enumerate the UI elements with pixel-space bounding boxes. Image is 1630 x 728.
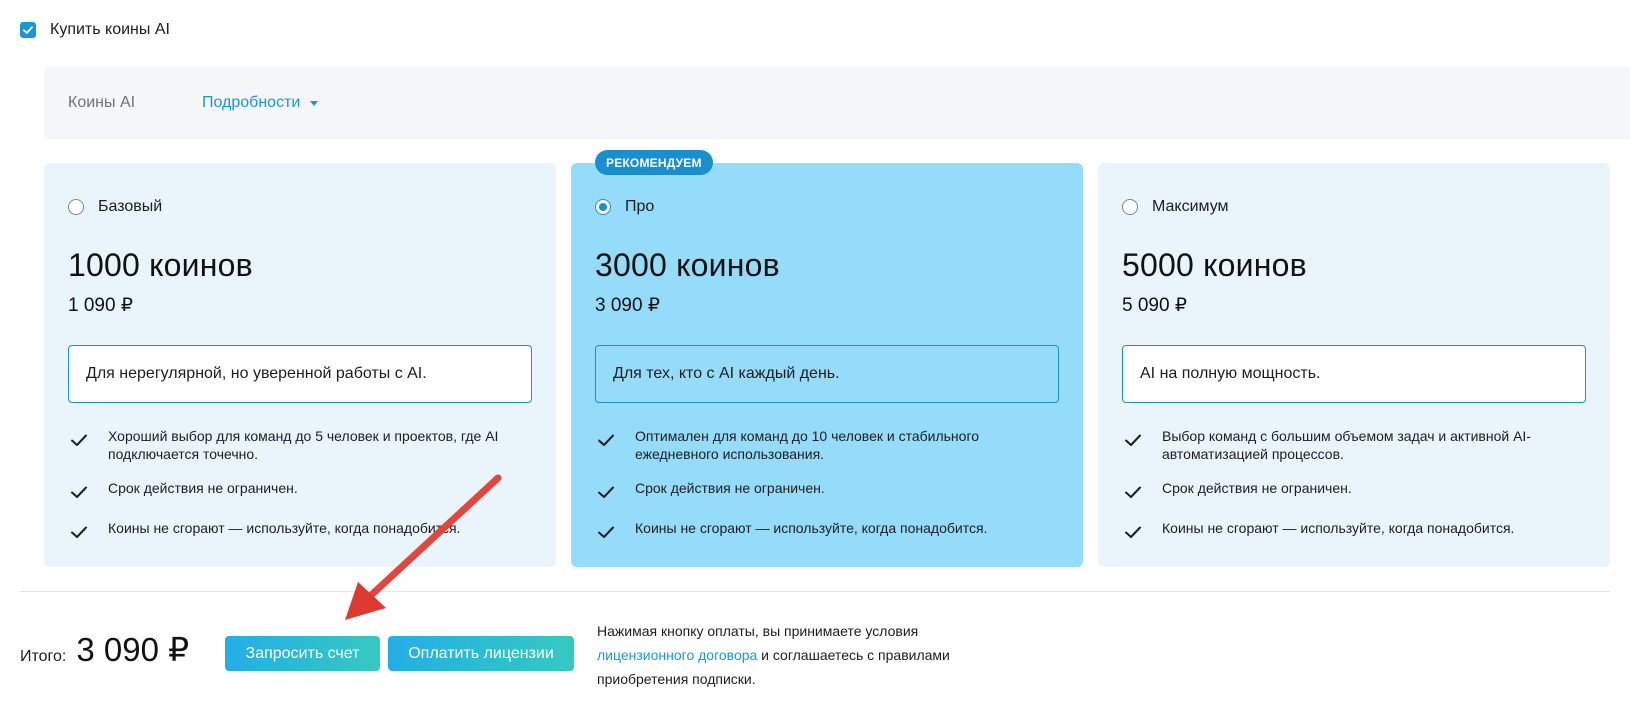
license-agreement-link[interactable]: лицензионного договора [597, 647, 757, 663]
legal-note: Нажимая кнопку оплаты, вы принимаете усл… [597, 619, 997, 691]
details-link-label[interactable]: Подробности [202, 94, 300, 112]
plan-features: Оптимален для команд до 10 человек и ста… [595, 427, 1065, 559]
divider [20, 591, 1610, 592]
plan-coins: 3000 коинов [595, 247, 780, 283]
feature-text: Оптимален для команд до 10 человек и ста… [635, 428, 980, 462]
check-mark-icon [71, 486, 87, 498]
buy-coins-label: Купить коины AI [50, 21, 170, 38]
feature-text: Хороший выбор для команд до 5 человек и … [108, 428, 499, 462]
feature-text: Срок действия не ограничен. [1162, 480, 1352, 496]
feature-text: Выбор команд с большим объемом задач и а… [1162, 428, 1531, 462]
check-mark-icon [598, 486, 614, 498]
plan-coins: 5000 коинов [1122, 247, 1307, 283]
recommended-badge: РЕКОМЕНДУЕМ [595, 150, 713, 175]
pay-licenses-button[interactable]: Оплатить лицензии [388, 636, 574, 671]
plan-price: 5 090 ₽ [1122, 295, 1187, 316]
details-title: Коины AI [68, 94, 136, 111]
plan-card-basic[interactable]: Базовый 1000 коинов 1 090 ₽ Для нерегуля… [44, 163, 556, 567]
caret-down-icon[interactable] [310, 100, 319, 106]
plan-description: Для тех, кто с AI каждый день. [595, 345, 1059, 403]
check-mark-icon [1125, 434, 1141, 446]
plan-name: Максимум [1152, 198, 1229, 215]
radio-icon[interactable] [68, 199, 84, 215]
feature-text: Срок действия не ограничен. [635, 480, 825, 496]
details-bar: Коины AI Подробности [44, 67, 1630, 139]
plan-price: 1 090 ₽ [68, 295, 133, 316]
feature-text: Коины не сгорают — используйте, когда по… [635, 520, 988, 536]
feature-item: Срок действия не ограничен. [595, 479, 1065, 519]
check-mark-icon [598, 526, 614, 538]
plan-description: Для нерегулярной, но уверенной работы с … [68, 345, 532, 403]
plan-radio-max[interactable]: Максимум [1122, 198, 1229, 216]
plan-radio-pro[interactable]: Про [595, 198, 654, 216]
plan-card-max[interactable]: Максимум 5000 коинов 5 090 ₽ AI на полну… [1098, 163, 1610, 567]
total: Итого: 3 090 ₽ [20, 630, 189, 669]
check-mark-icon [1125, 486, 1141, 498]
radio-icon[interactable] [1122, 199, 1138, 215]
total-label: Итого: [20, 648, 67, 665]
feature-text: Срок действия не ограничен. [108, 480, 298, 496]
plan-features: Выбор команд с большим объемом задач и а… [1122, 427, 1592, 559]
feature-text: Коины не сгорают — используйте, когда по… [108, 520, 461, 536]
feature-item: Коины не сгорают — используйте, когда по… [595, 519, 1065, 559]
details-toggle[interactable]: Подробности [202, 94, 319, 112]
plan-price: 3 090 ₽ [595, 295, 660, 316]
check-mark-icon [71, 526, 87, 538]
plan-name: Базовый [98, 198, 163, 215]
checkbox-check-icon[interactable] [20, 22, 36, 38]
request-invoice-button[interactable]: Запросить счет [225, 636, 380, 671]
check-mark-icon [71, 434, 87, 446]
plan-coins: 1000 коинов [68, 247, 253, 283]
feature-item: Выбор команд с большим объемом задач и а… [1122, 427, 1592, 479]
check-mark-icon [598, 434, 614, 446]
radio-icon[interactable] [595, 199, 611, 215]
buy-coins-checkbox[interactable]: Купить коины AI [20, 21, 170, 39]
plan-radio-basic[interactable]: Базовый [68, 198, 162, 216]
total-value: 3 090 ₽ [76, 631, 190, 668]
feature-item: Хороший выбор для команд до 5 человек и … [68, 427, 538, 479]
feature-item: Срок действия не ограничен. [1122, 479, 1592, 519]
feature-item: Коины не сгорают — используйте, когда по… [68, 519, 538, 559]
feature-item: Срок действия не ограничен. [68, 479, 538, 519]
plan-name: Про [625, 198, 655, 215]
feature-item: Коины не сгорают — используйте, когда по… [1122, 519, 1592, 559]
feature-text: Коины не сгорают — используйте, когда по… [1162, 520, 1515, 536]
feature-item: Оптимален для команд до 10 человек и ста… [595, 427, 1065, 479]
plan-card-pro[interactable]: Про 3000 коинов 3 090 ₽ Для тех, кто с A… [571, 163, 1083, 567]
check-mark-icon [1125, 526, 1141, 538]
plan-features: Хороший выбор для команд до 5 человек и … [68, 427, 538, 559]
legal-text-before: Нажимая кнопку оплаты, вы принимаете усл… [597, 623, 919, 639]
plan-description: AI на полную мощность. [1122, 345, 1586, 403]
